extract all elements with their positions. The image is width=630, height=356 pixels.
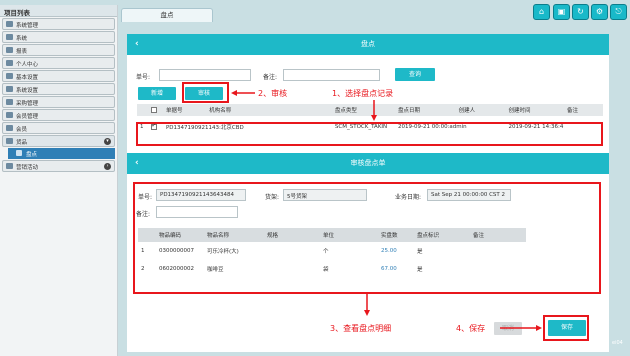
step1-note: 1、选择盘点记录	[332, 89, 394, 98]
step2-note: 2、审核	[258, 89, 288, 98]
step3-note: 3、查看盘点明细	[330, 324, 392, 333]
annotation-arrows	[231, 90, 542, 331]
step4-note: 4、保存	[456, 324, 486, 333]
